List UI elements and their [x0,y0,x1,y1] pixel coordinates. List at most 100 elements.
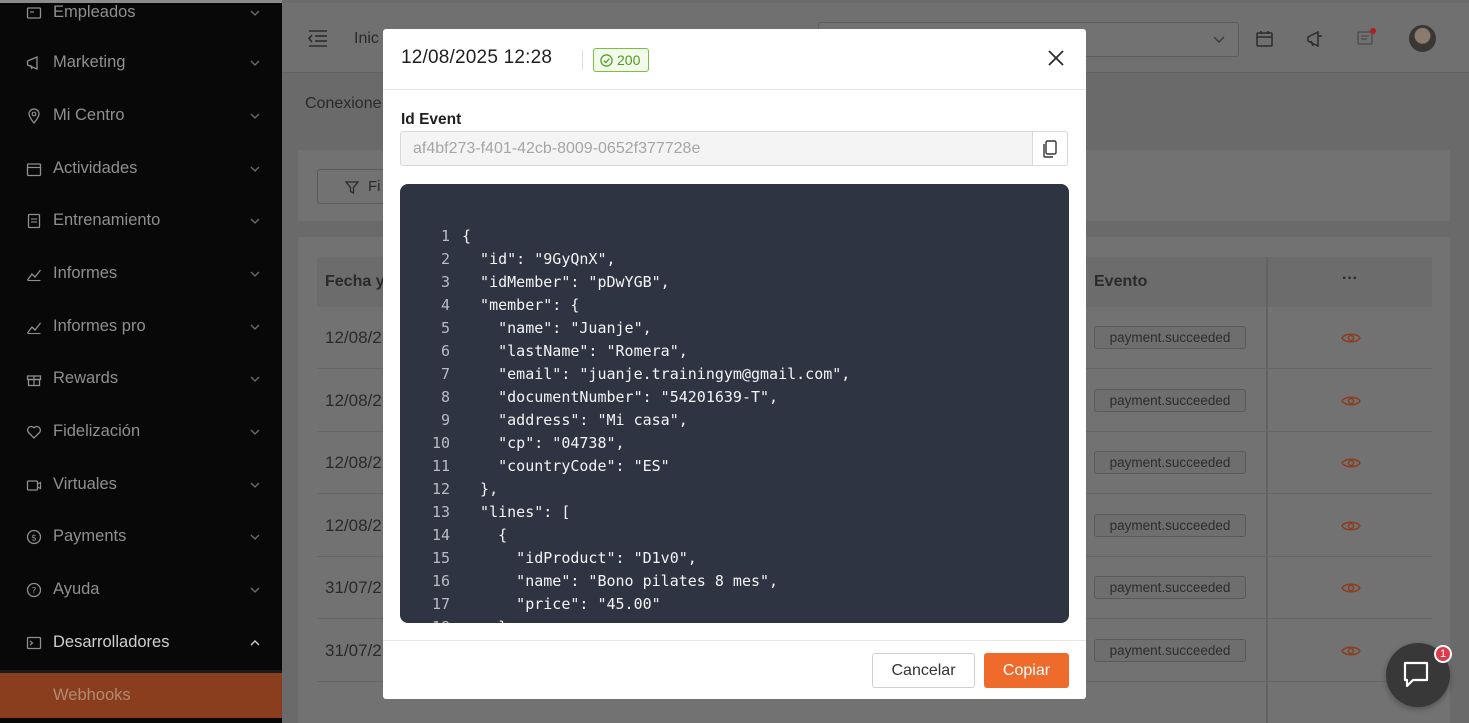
line-number: 16 [431,572,450,591]
menu-collapse-icon[interactable] [308,30,328,47]
line-number: 12 [431,480,450,499]
line-content: "countryCode": "ES" [462,456,670,475]
sidebar-item-label: Ayuda [53,580,100,598]
sidebar-item[interactable]: Fidelización [0,405,282,458]
line-content: }, [462,480,499,499]
code-line: 14 { [400,524,1069,547]
row-date: 31/07/2 [325,578,382,598]
chart-line-icon [26,269,42,281]
line-content: "documentNumber": "54201639-T", [462,387,779,406]
code-line: 12 }, [400,478,1069,501]
close-icon[interactable] [1046,48,1066,68]
chevron-up-icon [250,639,260,645]
sidebar-item-label: Desarrolladores [53,633,170,651]
code-line: 16 "name": "Bono pilates 8 mes", [400,570,1069,593]
line-number: 6 [440,341,450,360]
sidebar-item[interactable]: ? Ayuda [0,563,282,616]
row-date: 12/08/2 [325,453,382,473]
filter-button[interactable]: Fi [317,169,387,204]
view-eye-icon[interactable] [1341,519,1361,533]
sidebar-item[interactable]: Empleados [0,0,282,39]
cancel-button[interactable]: Cancelar [872,653,975,688]
sidebar-item[interactable]: Desarrolladores [0,616,282,669]
line-number: 17 [431,595,450,614]
heart-icon [26,425,42,439]
chevron-down-icon [250,166,260,172]
view-eye-icon[interactable] [1341,394,1361,408]
sidebar-item[interactable]: Mi Centro [0,89,282,142]
code-line: 2 "id": "9GyQnX", [400,247,1069,270]
chat-unread-badge: 1 [1434,645,1452,663]
gift-icon [26,374,42,386]
sidebar-item-label: Marketing [53,53,126,71]
line-content: "price": "45.00" [462,595,661,614]
terminal-icon [26,636,42,649]
line-number: 14 [431,526,450,545]
sidebar-item[interactable]: Rewards [0,352,282,405]
line-number: 11 [431,456,450,475]
sidebar-subitem-webhooks[interactable]: Webhooks [0,673,282,718]
sidebar-item-label: Informes pro [53,317,146,335]
chevron-down-icon [250,324,260,330]
column-header-actions[interactable]: ··· [1342,270,1358,288]
section-title: Conexione [305,95,382,112]
notifications-icon[interactable] [1357,28,1377,47]
filter-label: Fi [368,178,381,195]
json-code-block[interactable]: 1{2 "id": "9GyQnX", 3 "idMember": "pDwYGB… [400,184,1069,623]
sidebar-item[interactable]: Entrenamiento [0,194,282,247]
help-icon: ? [26,582,42,597]
location-pin-icon [28,107,40,124]
svg-text:?: ? [32,586,37,596]
sidebar-item-label: Empleados [53,3,136,21]
sidebar-item-label: Informes [53,264,118,282]
megaphone-icon[interactable] [1306,31,1324,47]
line-content: "member": { [462,295,580,314]
copy-button[interactable]: Copiar [984,653,1069,688]
sidebar-item-label: Mi Centro [53,106,125,124]
row-date: 31/07/2 [325,641,382,660]
sidebar-item[interactable]: Marketing [0,36,282,89]
code-line: 9 "address": "Mi casa", [400,408,1069,431]
line-number: 10 [431,433,450,452]
view-eye-icon[interactable] [1341,331,1361,345]
code-line: 3 "idMember": "pDwYGB", [400,270,1069,293]
chart-line-icon [26,322,42,334]
event-badge: payment.succeeded [1094,639,1246,662]
chevron-down-icon [250,271,260,277]
avatar[interactable] [1409,25,1436,52]
chevron-down-icon [250,587,260,593]
line-content: "name": "Juanje", [462,318,652,337]
id-event-input[interactable] [400,131,1033,166]
breadcrumb[interactable]: Inic [354,30,379,48]
chevron-down-icon [250,60,260,66]
sidebar-item[interactable]: Informes pro [0,300,282,353]
chevron-down-icon [1213,36,1225,43]
copy-id-button[interactable] [1032,131,1068,166]
row-date: 12/08/2 [325,515,382,535]
chevron-down-icon [250,376,260,382]
video-icon [26,479,42,491]
sidebar-item[interactable]: Actividades [0,142,282,195]
sidebar-item[interactable]: Virtuales [0,458,282,511]
sidebar-item[interactable]: Informes [0,247,282,300]
line-content: "lines": [ [462,503,571,522]
sidebar-item[interactable]: $ Payments [0,510,282,563]
clipboard-icon [27,213,41,228]
calendar-icon[interactable] [1256,31,1273,47]
code-line: 18 }, [400,616,1069,623]
line-number: 9 [440,410,450,429]
status-code: 200 [617,52,641,68]
svg-text:$: $ [31,533,37,543]
row-date: 12/08/2 [325,328,382,347]
view-eye-icon[interactable] [1341,456,1361,470]
view-eye-icon[interactable] [1341,581,1361,595]
sidebar-item-label: Actividades [53,159,138,177]
chat-icon [1403,661,1429,688]
modal-header: 12/08/2025 12:28 200 [383,29,1086,90]
id-card-icon [26,6,42,19]
code-line: 7 "email": "juanje.trainingym@gmail.com"… [400,362,1069,385]
view-eye-icon[interactable] [1341,644,1361,658]
sidebar: Empleados Marketing Mi Centro Actividades En… [0,0,282,723]
line-content: "id": "9GyQnX", [462,249,616,268]
line-content: "address": "Mi casa", [462,410,688,429]
